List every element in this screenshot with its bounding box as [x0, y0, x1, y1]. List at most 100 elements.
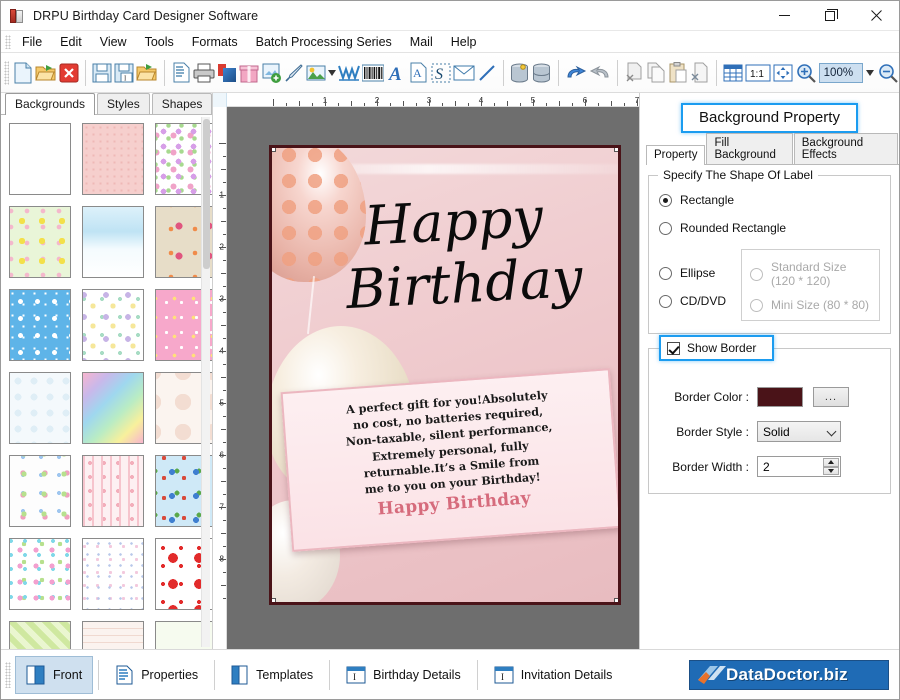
copy-icon[interactable]: [645, 58, 667, 88]
statusbar-button-properties[interactable]: Properties: [104, 656, 209, 694]
background-thumbnail[interactable]: [9, 123, 71, 195]
background-thumbnail[interactable]: [82, 455, 144, 527]
zoom-level-value[interactable]: 100%: [818, 62, 863, 83]
actual-size-icon[interactable]: 1:1: [744, 58, 772, 88]
radio-button-icon[interactable]: [659, 221, 672, 235]
save-icon[interactable]: [91, 58, 113, 88]
redo-icon[interactable]: [588, 58, 612, 88]
new-document-icon[interactable]: [12, 58, 34, 88]
minimize-button[interactable]: [761, 1, 807, 31]
chevron-down-icon[interactable]: [863, 63, 877, 83]
menu-view[interactable]: View: [91, 32, 136, 52]
database-icon[interactable]: [509, 58, 531, 88]
background-thumbnail[interactable]: [9, 372, 71, 444]
grid-icon[interactable]: [722, 58, 744, 88]
menu-batch-processing-series[interactable]: Batch Processing Series: [247, 32, 401, 52]
menu-formats[interactable]: Formats: [183, 32, 247, 52]
radio-rounded-rectangle[interactable]: Rounded Rectangle: [659, 221, 880, 235]
card-preview[interactable]: Happy Birthday A perfect gift for you!Ab…: [269, 145, 621, 605]
brand-logo[interactable]: DataDoctor.biz: [689, 659, 889, 690]
radio-button-icon[interactable]: [659, 193, 672, 207]
text-document-icon[interactable]: A: [407, 58, 429, 88]
statusbar-button-front[interactable]: Front: [15, 655, 94, 694]
background-thumbnail[interactable]: [9, 538, 71, 610]
open-folder-icon[interactable]: [34, 58, 58, 88]
line-tool-icon[interactable]: [476, 58, 498, 88]
add-image-icon[interactable]: [261, 58, 283, 88]
gift-box-icon[interactable]: [238, 58, 260, 88]
picture-dropdown-arrow[interactable]: [327, 58, 337, 88]
barcode-icon[interactable]: [361, 58, 385, 88]
card-message-note[interactable]: A perfect gift for you!Absolutely no cos…: [280, 368, 618, 552]
background-thumbnail[interactable]: [9, 289, 71, 361]
background-thumbnail[interactable]: [9, 455, 71, 527]
card-layers-icon[interactable]: [216, 58, 238, 88]
radio-rectangle[interactable]: Rectangle: [659, 193, 880, 207]
radio-ellipse[interactable]: Ellipse: [659, 266, 741, 280]
background-thumbnail[interactable]: [82, 289, 144, 361]
stepper-down-button[interactable]: [823, 466, 839, 475]
left-panel-scrollbar[interactable]: [201, 117, 210, 647]
scrollbar-thumb[interactable]: [203, 119, 210, 269]
checkbox-icon[interactable]: [667, 341, 680, 355]
tab-styles[interactable]: Styles: [97, 93, 150, 114]
radio-cd-dvd[interactable]: CD/DVD: [659, 294, 741, 308]
pen-icon[interactable]: [283, 58, 305, 88]
border-color-swatch[interactable]: [757, 387, 803, 407]
text-icon[interactable]: A: [385, 58, 407, 88]
export-icon[interactable]: [135, 58, 159, 88]
picture-shape-icon[interactable]: [305, 58, 327, 88]
background-thumbnail[interactable]: [9, 206, 71, 278]
fit-page-icon[interactable]: [772, 58, 794, 88]
cut-icon[interactable]: [623, 58, 645, 88]
border-width-stepper[interactable]: 2: [757, 456, 841, 477]
show-border-checkbox[interactable]: Show Border: [659, 335, 775, 361]
tab-property[interactable]: Property: [646, 145, 706, 165]
background-thumbnail[interactable]: [82, 206, 144, 278]
print-icon[interactable]: [192, 58, 216, 88]
selection-handle[interactable]: [614, 148, 618, 152]
envelope-icon[interactable]: [452, 58, 476, 88]
menu-edit[interactable]: Edit: [51, 32, 91, 52]
delete-icon[interactable]: [689, 58, 711, 88]
border-color-browse-button[interactable]: ...: [813, 387, 849, 407]
signature-icon[interactable]: S: [429, 58, 451, 88]
radio-button-icon[interactable]: [659, 266, 672, 280]
maximize-button[interactable]: [807, 1, 853, 31]
selection-handle[interactable]: [614, 598, 618, 602]
save-as-icon[interactable]: I: [113, 58, 135, 88]
zoom-combo[interactable]: 100%: [818, 62, 877, 84]
menu-file[interactable]: File: [13, 32, 51, 52]
tab-background-effects[interactable]: Background Effects: [793, 133, 898, 164]
statusbar-button-templates[interactable]: Templates: [220, 656, 324, 694]
tab-backgrounds[interactable]: Backgrounds: [5, 93, 96, 115]
menu-mail[interactable]: Mail: [401, 32, 442, 52]
border-style-select[interactable]: Solid: [757, 421, 841, 442]
tab-shapes[interactable]: Shapes: [151, 93, 213, 114]
statusbar-button-birthday-details[interactable]: I Birthday Details: [335, 656, 472, 694]
tab-fill-background[interactable]: Fill Background: [706, 133, 793, 164]
background-thumbnail[interactable]: [82, 538, 144, 610]
print-preview-icon[interactable]: [170, 58, 192, 88]
design-stage[interactable]: Happy Birthday A perfect gift for you!Ab…: [227, 107, 639, 649]
database-list-icon[interactable]: [531, 58, 553, 88]
close-button[interactable]: [853, 1, 899, 31]
selection-handle[interactable]: [272, 148, 276, 152]
zoom-in-icon[interactable]: [794, 58, 816, 88]
stepper-up-button[interactable]: [823, 458, 839, 467]
selection-handle[interactable]: [272, 598, 276, 602]
background-thumbnail[interactable]: [82, 621, 144, 649]
paste-icon[interactable]: [667, 58, 689, 88]
zoom-out-icon[interactable]: [877, 58, 899, 88]
menu-help[interactable]: Help: [442, 32, 486, 52]
statusbar-button-invitation-details[interactable]: I Invitation Details: [483, 656, 624, 694]
background-thumbnail[interactable]: [82, 372, 144, 444]
menu-tools[interactable]: Tools: [136, 32, 183, 52]
watermark-icon[interactable]: [337, 58, 361, 88]
close-document-icon[interactable]: [58, 58, 80, 88]
undo-icon[interactable]: [564, 58, 588, 88]
chevron-down-icon[interactable]: [826, 426, 837, 437]
background-thumbnail[interactable]: [82, 123, 144, 195]
background-thumbnail[interactable]: [9, 621, 71, 649]
radio-button-icon[interactable]: [659, 294, 672, 308]
